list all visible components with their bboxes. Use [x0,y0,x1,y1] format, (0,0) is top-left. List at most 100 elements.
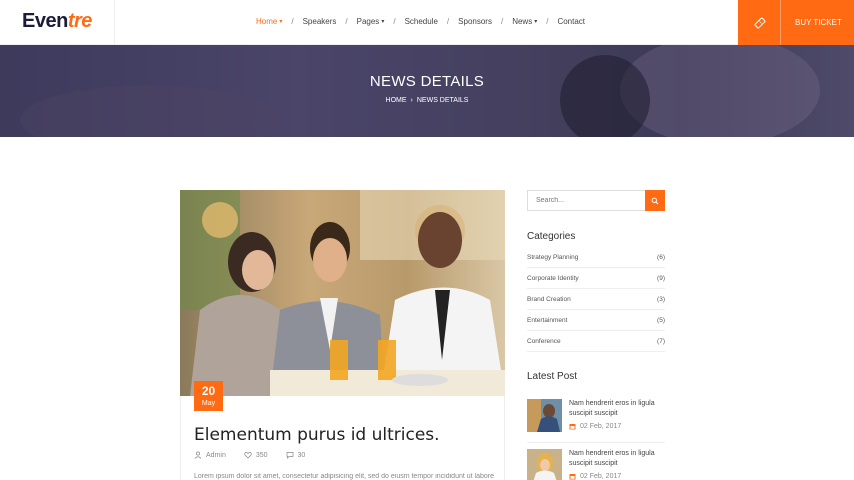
article-author[interactable]: Admin [194,451,226,459]
category-item[interactable]: Brand Creation (3) [527,289,665,310]
banner-bg-shape [620,45,820,137]
nav-item-schedule[interactable]: Schedule [405,17,438,26]
post-title-line: Nam hendrerit eros in ligula [569,400,655,407]
sidebar-search [527,190,665,211]
article-likes[interactable]: 350 [244,451,268,459]
post-date: 02 Feb, 2017 [569,473,655,480]
category-name: Strategy Planning [527,253,579,261]
date-month: May [201,400,216,407]
nav-item-contact[interactable]: Contact [557,17,585,26]
site-header: Eventre Home ▾ / Speakers / Pages ▾ / Sche… [0,0,854,45]
nav-separator: / [446,17,450,26]
nav-separator: / [291,17,294,26]
nav-item-label: Sponsors [458,17,492,26]
nav-item-label: Pages [356,17,380,26]
nav-item-label: Schedule [404,17,438,26]
chevron-down-icon: ▾ [279,19,283,25]
nav-item-label: News [512,17,533,26]
article-meta: Admin 350 30 [194,451,323,459]
chevron-down-icon: ▾ [381,19,385,25]
latest-post-item[interactable]: Nam hendrerit eros in ligula suscipit sus… [527,399,665,432]
nav-separator: / [500,17,504,26]
logo-text-part1: Even [22,10,68,32]
buy-button-divider [780,0,781,45]
nav-item-sponsors[interactable]: Sponsors [458,17,492,26]
article-photo [180,190,505,396]
calendar-icon [569,424,576,430]
post-title-line: Nam hendrerit eros in ligula [569,450,655,457]
nav-item-news[interactable]: News ▾ [512,17,537,26]
page-banner: NEWS DETAILS HOME › NEWS DETAILS [0,45,854,137]
post-title-line: suscipit suscipit [569,410,618,417]
search-input[interactable] [528,191,646,210]
category-item[interactable]: Conference (7) [527,331,665,352]
nav-item-label: Contact [557,17,586,26]
buy-ticket-label: BUY TICKET [795,18,842,27]
breadcrumb-separator: › [410,97,413,104]
category-item[interactable]: Entertainment (5) [527,310,665,331]
article-excerpt: Lorem ipsum dolor sit amet, consectetur … [194,473,494,480]
nav-item-pages[interactable]: Pages ▾ [357,17,385,26]
nav-separator: / [393,17,396,26]
breadcrumb: HOME › NEWS DETAILS [0,97,854,104]
category-item[interactable]: Strategy Planning (6) [527,247,665,268]
post-date-text: 02 Feb, 2017 [580,423,622,430]
buy-ticket-button[interactable]: BUY TICKET [738,0,854,45]
article-image[interactable] [180,190,505,396]
category-count: (7) [657,337,665,345]
category-count: (9) [657,274,665,282]
category-count: (5) [657,316,665,324]
main-nav: Home ▾ / Speakers / Pages ▾ / Schedule / S… [256,17,585,26]
chevron-down-icon: ▾ [534,19,538,25]
category-name: Conference [527,337,561,345]
post-thumbnail-image [527,449,562,480]
nav-item-home[interactable]: Home ▾ [256,17,282,26]
ticket-icon [754,17,766,28]
nav-separator: / [345,17,348,26]
category-count: (3) [657,295,665,303]
comment-icon [286,452,293,459]
banner-bg-shape [560,55,650,137]
post-date: 02 Feb, 2017 [569,423,655,430]
category-name: Entertainment [527,316,568,324]
logo-text-part2: tre [67,10,93,32]
post-title[interactable]: Nam hendrerit eros in ligula suscipit sus… [569,399,655,419]
latest-post-heading: Latest Post [527,371,578,382]
banner-bg-shape [20,85,280,137]
post-thumbnail-image [527,399,562,432]
post-date-text: 02 Feb, 2017 [580,473,622,480]
category-item[interactable]: Corporate Identity (9) [527,268,665,289]
post-title-line: suscipit suscipit [569,460,618,467]
article-title[interactable]: Elementum purus id ultrices. [194,425,440,445]
latest-post-item[interactable]: Nam hendrerit eros in ligula suscipit sus… [527,449,665,480]
likes-count: 350 [255,451,268,459]
page-title: NEWS DETAILS [369,73,485,90]
search-icon [651,197,659,204]
nav-item-speakers[interactable]: Speakers [303,17,337,26]
categories-heading: Categories [527,231,576,242]
article-comments[interactable]: 30 [286,451,306,459]
nav-separator: / [546,17,549,26]
post-thumbnail[interactable] [527,399,562,432]
nav-item-label: Home [256,17,278,26]
author-name: Admin [206,451,226,459]
breadcrumb-current: NEWS DETAILS [416,97,469,104]
category-name: Corporate Identity [527,274,579,282]
search-button[interactable] [645,190,665,211]
date-badge: 20 May [194,381,223,411]
post-text: Nam hendrerit eros in ligula suscipit sus… [569,449,655,480]
breadcrumb-home[interactable]: HOME [386,97,407,104]
comments-count: 30 [297,451,306,459]
post-divider [527,442,665,443]
nav-item-label: Speakers [302,17,337,26]
category-list: Strategy Planning (6) Corporate Identity (… [527,247,665,352]
date-day: 20 [201,384,216,398]
user-icon [194,451,202,459]
category-name: Brand Creation [527,295,571,303]
post-text: Nam hendrerit eros in ligula suscipit sus… [569,399,655,432]
heart-icon [244,452,252,459]
site-logo[interactable]: Eventre [22,10,92,33]
post-title[interactable]: Nam hendrerit eros in ligula suscipit sus… [569,449,655,469]
post-thumbnail[interactable] [527,449,562,480]
category-count: (6) [657,253,665,261]
